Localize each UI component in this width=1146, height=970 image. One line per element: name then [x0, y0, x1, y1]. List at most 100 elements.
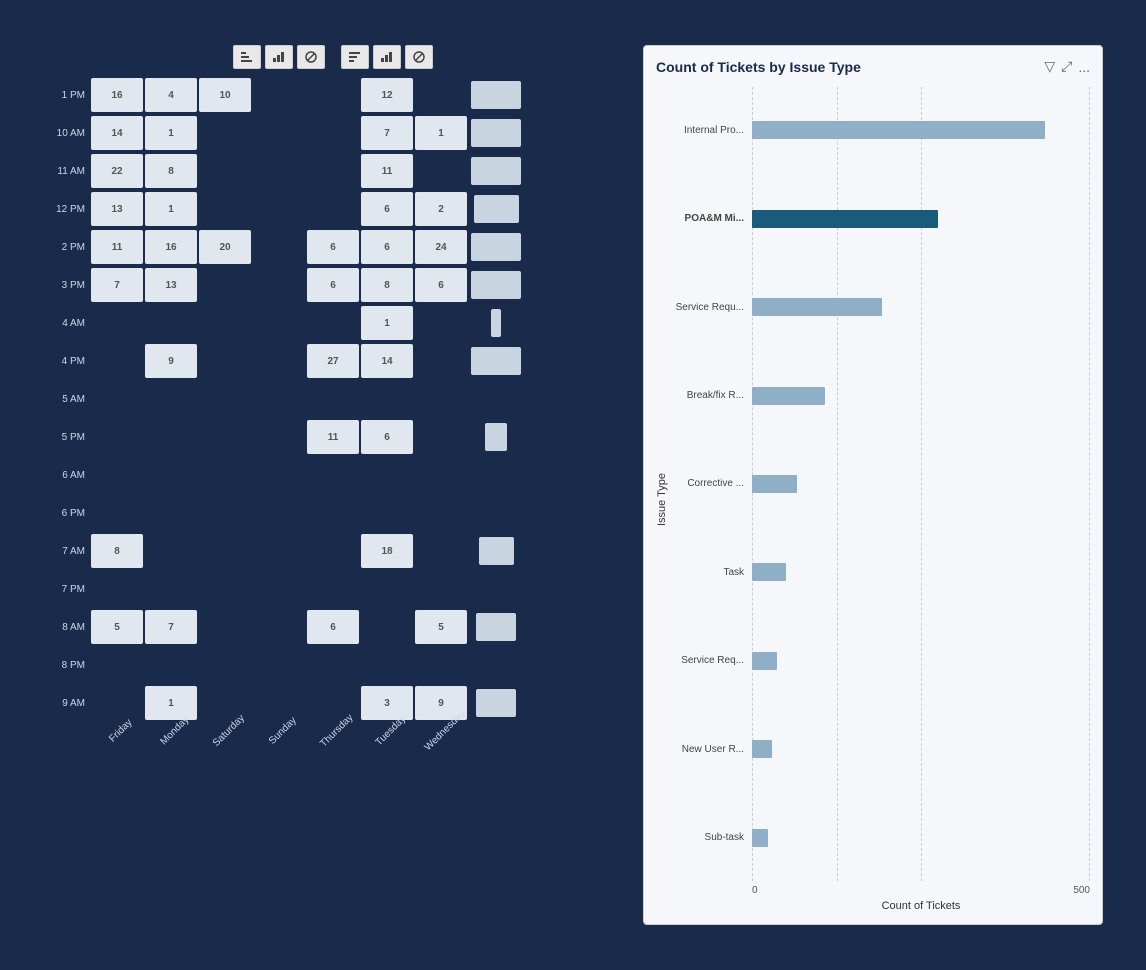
heatmap-cell[interactable]: 14 — [361, 344, 413, 378]
heatmap-cell[interactable]: 7 — [145, 610, 197, 644]
heatmap-row: 6 AM — [43, 457, 623, 493]
cells-container: 14171 — [91, 116, 623, 150]
heatmap-cell[interactable]: 18 — [361, 534, 413, 568]
heatmap-cell[interactable]: 6 — [361, 192, 413, 226]
heatmap-cell[interactable]: 8 — [91, 534, 143, 568]
heatmap-cell[interactable]: 2 — [415, 192, 467, 226]
bar-fill — [752, 210, 938, 228]
heatmap-cell — [199, 420, 251, 454]
heatmap-cell[interactable]: 5 — [91, 610, 143, 644]
heatmap-cell[interactable]: 1 — [145, 192, 197, 226]
bars-chart: Internal Pro...POA&M Mi...Service Requ..… — [672, 87, 1090, 881]
heatmap-cell[interactable]: 22 — [91, 154, 143, 188]
heatmap-cell[interactable]: 6 — [307, 230, 359, 264]
left-panel: 1 PM164101210 AM1417111 AM2281112 PM1316… — [43, 45, 623, 925]
heatmap-cell[interactable]: 10 — [199, 78, 251, 112]
heatmap-cell — [307, 572, 359, 606]
heatmap-cell[interactable]: 8 — [361, 268, 413, 302]
row-label: 7 AM — [43, 546, 91, 557]
heatmap-cell[interactable]: 5 — [415, 610, 467, 644]
heatmap-cell[interactable]: 1 — [145, 116, 197, 150]
heatmap-cell[interactable]: 4 — [145, 78, 197, 112]
heatmap-cell[interactable]: 13 — [145, 268, 197, 302]
more-icon[interactable]: ... — [1078, 59, 1090, 75]
heatmap-cell — [199, 648, 251, 682]
heatmap-cell[interactable]: 1 — [361, 306, 413, 340]
heatmap-cell — [91, 496, 143, 530]
bar-chart-row[interactable]: Sub-task — [672, 795, 1090, 881]
cells-container — [91, 496, 623, 530]
heatmap-cell[interactable]: 6 — [361, 420, 413, 454]
heatmap-row: 4 PM92714 — [43, 343, 623, 379]
bar-chart-row[interactable]: Service Req... — [672, 618, 1090, 704]
heatmap-cell[interactable]: 12 — [361, 78, 413, 112]
heatmap-cell[interactable]: 11 — [91, 230, 143, 264]
sort-desc-btn[interactable] — [233, 45, 261, 69]
heatmap-cell — [145, 382, 197, 416]
heatmap-row: 1 PM1641012 — [43, 77, 623, 113]
heatmap-cell — [253, 610, 305, 644]
heatmap-cell[interactable]: 6 — [415, 268, 467, 302]
no-btn-left[interactable] — [297, 45, 325, 69]
heatmap-cell[interactable]: 6 — [307, 610, 359, 644]
heatmap-row: 8 AM5765 — [43, 609, 623, 645]
heatmap-cell[interactable]: 24 — [415, 230, 467, 264]
heatmap-bar-cell — [469, 192, 521, 226]
heatmap-bar-cell — [469, 496, 521, 530]
heatmap-cell[interactable]: 11 — [361, 154, 413, 188]
bar-track — [752, 208, 1090, 230]
heatmap-cell[interactable]: 1 — [415, 116, 467, 150]
bar-chart-row[interactable]: Corrective ... — [672, 441, 1090, 527]
heatmap-cell — [91, 344, 143, 378]
heatmap-cell — [145, 496, 197, 530]
heatmap-cell[interactable]: 11 — [307, 420, 359, 454]
bar-fill — [752, 387, 825, 405]
sort-asc-btn[interactable] — [341, 45, 369, 69]
heatmap-toolbar — [43, 45, 623, 69]
heatmap-cell[interactable]: 16 — [91, 78, 143, 112]
heatmap-bar-cell — [469, 268, 521, 302]
heatmap-cell[interactable]: 7 — [91, 268, 143, 302]
heatmap-cell[interactable]: 9 — [145, 344, 197, 378]
bar-chart-row[interactable]: Break/fix R... — [672, 352, 1090, 438]
bar-chart-row[interactable]: New User R... — [672, 706, 1090, 792]
heatmap-cell — [415, 496, 467, 530]
heatmap-cell[interactable]: 7 — [361, 116, 413, 150]
heatmap-bar-cell — [469, 306, 521, 340]
bar-chart-btn[interactable] — [265, 45, 293, 69]
x-tick: 0 — [752, 885, 758, 896]
heatmap-cell — [307, 78, 359, 112]
row-label: 12 PM — [43, 204, 91, 215]
heatmap-cell[interactable]: 27 — [307, 344, 359, 378]
bar-chart-btn2[interactable] — [373, 45, 401, 69]
heatmap-row: 7 AM8 18 — [43, 533, 623, 569]
cells-container — [91, 382, 623, 416]
heatmap-cell[interactable]: 6 — [361, 230, 413, 264]
row-label: 6 PM — [43, 508, 91, 519]
row-label: 6 AM — [43, 470, 91, 481]
heatmap-cell — [199, 344, 251, 378]
bar-chart-row[interactable]: Task — [672, 529, 1090, 615]
heatmap-cell[interactable]: 16 — [145, 230, 197, 264]
expand-icon[interactable]: ⤢ — [1061, 58, 1072, 75]
heatmap-cell[interactable]: 20 — [199, 230, 251, 264]
heatmap-cell — [253, 382, 305, 416]
chart-title: Count of Tickets by Issue Type — [656, 59, 861, 75]
heatmap-cell — [253, 230, 305, 264]
heatmap-cell[interactable]: 14 — [91, 116, 143, 150]
cells-container: 1 — [91, 306, 623, 340]
heatmap-cell[interactable]: 8 — [145, 154, 197, 188]
heatmap-cell[interactable]: 6 — [307, 268, 359, 302]
bar-chart-row[interactable]: POA&M Mi... — [672, 175, 1090, 261]
heatmap-cell — [145, 306, 197, 340]
heatmap-row: 3 PM713686 — [43, 267, 623, 303]
filter-icon[interactable]: ▽ — [1044, 58, 1055, 75]
heatmap-cell — [415, 154, 467, 188]
bar-label: Break/fix R... — [672, 390, 752, 401]
bar-chart-row[interactable]: Service Requ... — [672, 264, 1090, 350]
bar-chart-row[interactable]: Internal Pro... — [672, 87, 1090, 173]
no-btn-right[interactable] — [405, 45, 433, 69]
row-label: 5 AM — [43, 394, 91, 405]
heatmap-cell[interactable]: 13 — [91, 192, 143, 226]
heatmap-cell — [307, 154, 359, 188]
